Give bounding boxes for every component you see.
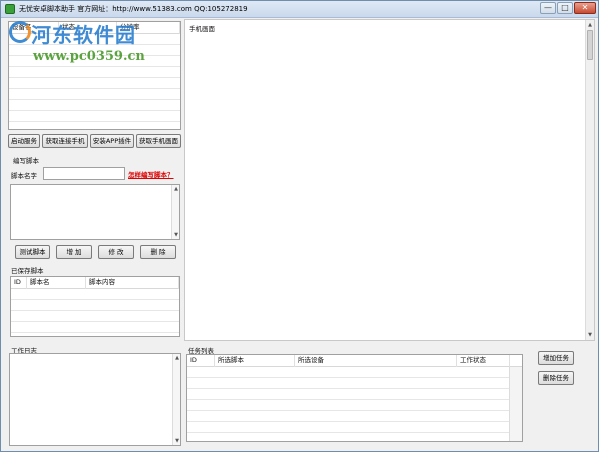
app-icon bbox=[5, 4, 15, 14]
get-phone-button[interactable]: 获取连接手机 bbox=[42, 134, 88, 148]
log-scrollbar[interactable]: ▲ ▼ bbox=[172, 354, 180, 445]
script-scroll-up-icon[interactable]: ▲ bbox=[172, 185, 180, 193]
watermark-logo-icon bbox=[9, 21, 31, 43]
get-screen-button[interactable]: 获取手机画面 bbox=[136, 134, 181, 148]
col-task-id[interactable]: ID bbox=[187, 355, 215, 367]
col-id[interactable]: ID bbox=[11, 277, 27, 289]
close-button[interactable]: ✕ bbox=[574, 2, 596, 14]
col-work-status[interactable]: 工作状态 bbox=[457, 355, 510, 367]
work-log-textarea[interactable]: ▲ ▼ bbox=[9, 353, 181, 446]
log-scroll-down-icon[interactable]: ▼ bbox=[173, 437, 181, 445]
saved-scripts-table[interactable]: ID 脚本名 脚本内容 bbox=[10, 276, 180, 337]
log-scroll-up-icon[interactable]: ▲ bbox=[173, 354, 181, 362]
script-content-textarea[interactable]: ▲ ▼ bbox=[10, 184, 180, 240]
watermark-url: www.pc0359.cn bbox=[33, 49, 145, 64]
script-scrollbar[interactable]: ▲ ▼ bbox=[171, 185, 179, 239]
maximize-button[interactable]: □ bbox=[557, 2, 573, 14]
title-bar[interactable]: 无忧安卓脚本助手 官方网址：http://www.51383.com QQ:10… bbox=[1, 1, 598, 18]
col-script-content[interactable]: 脚本内容 bbox=[86, 277, 179, 289]
script-name-input[interactable] bbox=[43, 167, 125, 180]
phone-screen-label: 手机画面 bbox=[189, 25, 215, 33]
col-selected-script[interactable]: 所选脚本 bbox=[215, 355, 295, 367]
screen-scrollbar[interactable]: ▲ ▼ bbox=[585, 20, 594, 340]
task-table[interactable]: ID 所选脚本 所选设备 工作状态 bbox=[186, 354, 523, 442]
scroll-down-icon[interactable]: ▼ bbox=[586, 331, 594, 339]
app-window: 无忧安卓脚本助手 官方网址：http://www.51383.com QQ:10… bbox=[0, 0, 599, 452]
scroll-thumb[interactable] bbox=[587, 30, 593, 60]
col-selected-device[interactable]: 所选设备 bbox=[295, 355, 457, 367]
scroll-up-icon[interactable]: ▲ bbox=[586, 21, 594, 29]
saved-scripts-label: 已保存脚本 bbox=[11, 267, 44, 275]
delete-task-button[interactable]: 删除任务 bbox=[538, 371, 574, 385]
saved-scripts-header: ID 脚本名 脚本内容 bbox=[11, 277, 179, 289]
task-table-header: ID 所选脚本 所选设备 工作状态 bbox=[187, 355, 522, 367]
delete-script-button[interactable]: 删 除 bbox=[140, 245, 176, 259]
minimize-button[interactable]: — bbox=[540, 2, 556, 14]
install-app-button[interactable]: 安装APP插件 bbox=[90, 134, 134, 148]
saved-scripts-body bbox=[11, 289, 179, 336]
add-script-button[interactable]: 增 加 bbox=[56, 245, 92, 259]
script-scroll-down-icon[interactable]: ▼ bbox=[172, 231, 180, 239]
start-service-button[interactable]: 启动服务 bbox=[8, 134, 40, 148]
task-table-body bbox=[187, 367, 509, 441]
howto-script-link[interactable]: 怎样编写脚本？ bbox=[128, 169, 174, 179]
col-script-name[interactable]: 脚本名 bbox=[27, 277, 86, 289]
task-scrollbar[interactable] bbox=[509, 367, 522, 441]
add-task-button[interactable]: 增加任务 bbox=[538, 351, 574, 365]
script-name-label: 脚本名字 bbox=[11, 172, 37, 180]
window-controls: — □ ✕ bbox=[540, 2, 596, 14]
watermark-title: 河东软件园 bbox=[31, 23, 136, 47]
phone-screen-panel[interactable]: 手机画面 ▲ ▼ bbox=[184, 19, 595, 341]
script-editor-label: 编写脚本 bbox=[13, 157, 39, 165]
test-script-button[interactable]: 测试脚本 bbox=[15, 245, 50, 259]
window-title: 无忧安卓脚本助手 官方网址：http://www.51383.com QQ:10… bbox=[19, 5, 248, 13]
modify-script-button[interactable]: 修 改 bbox=[98, 245, 134, 259]
